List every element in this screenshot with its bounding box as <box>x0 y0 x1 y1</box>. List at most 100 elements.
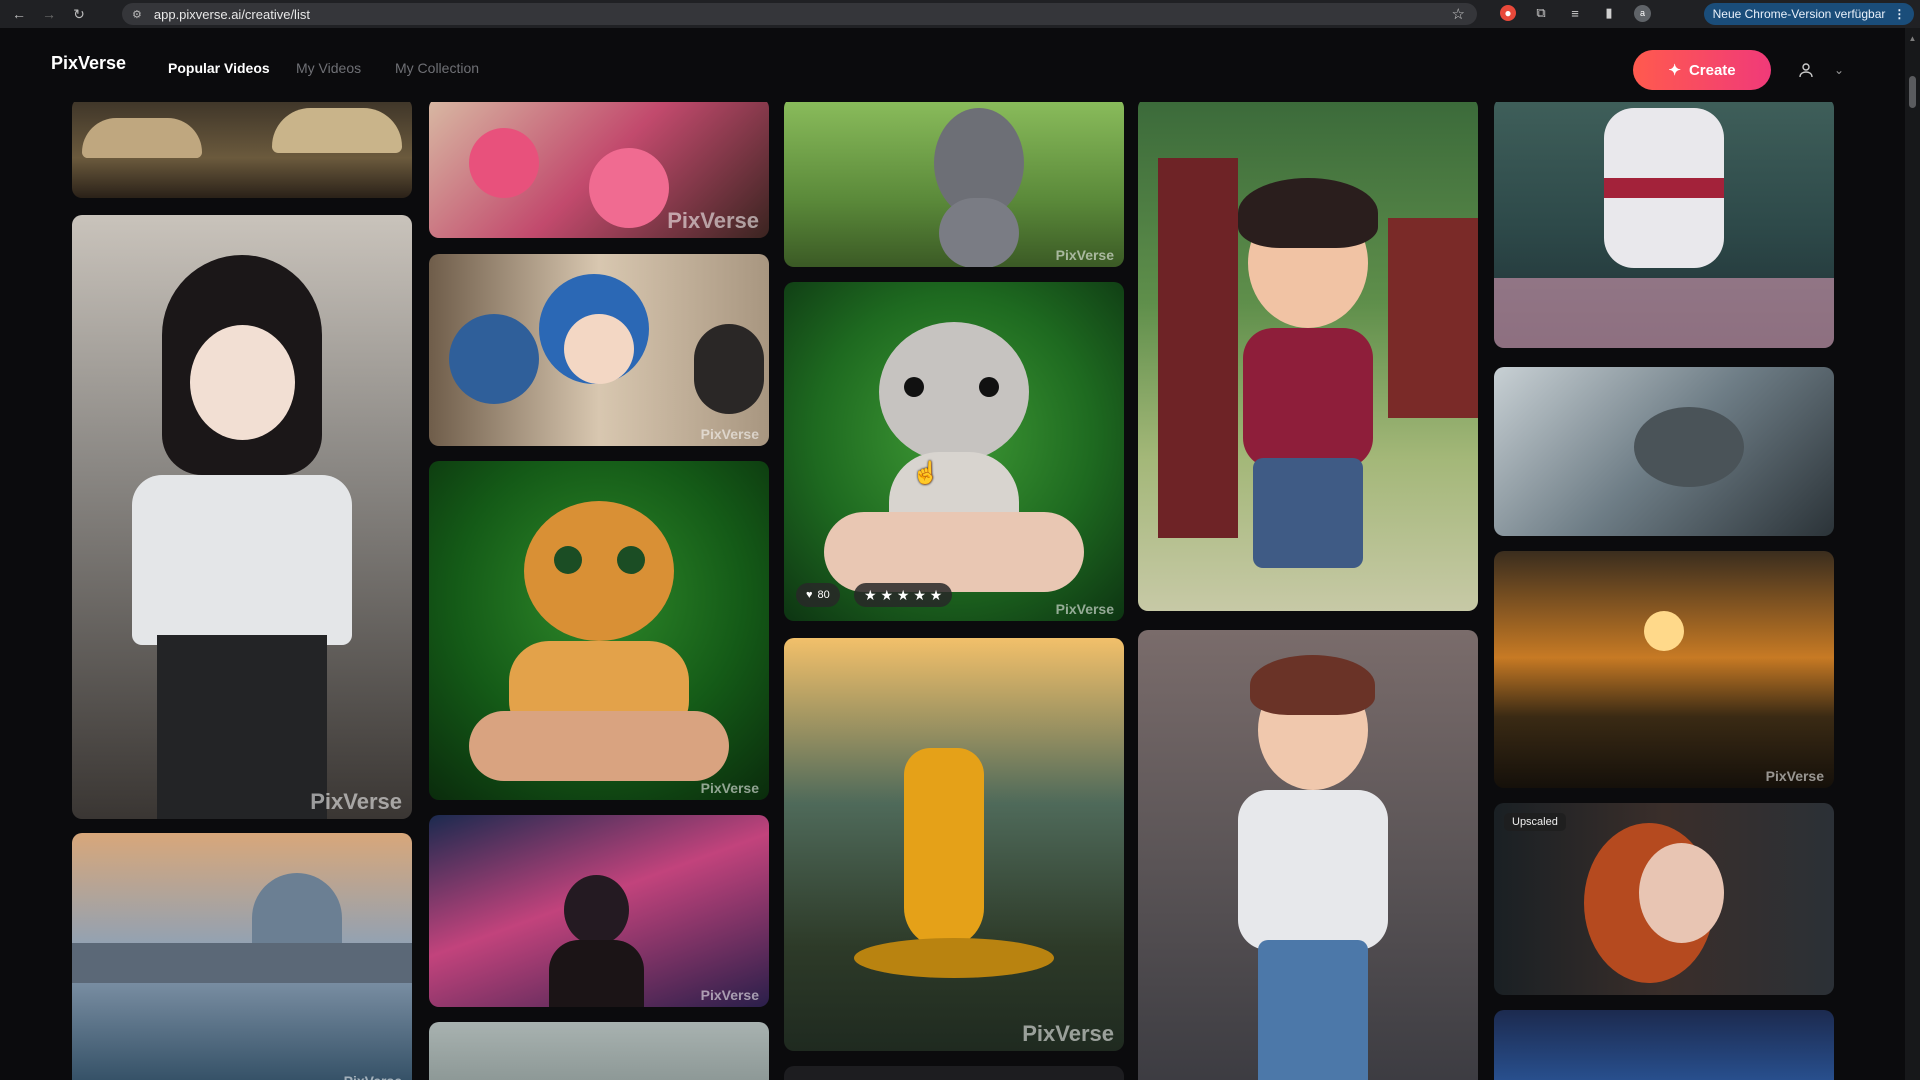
watermark: PixVerse <box>700 780 759 796</box>
video-card-dragon[interactable] <box>1494 367 1834 536</box>
watermark: PixVerse <box>310 789 402 814</box>
hand-thumb <box>824 512 1084 592</box>
puzzle-extensions-icon[interactable]: ⧉ <box>1532 4 1550 22</box>
video-card-honey[interactable]: PixVerse <box>784 638 1124 1051</box>
site-settings-icon[interactable]: ⚙ <box>132 8 142 21</box>
hair-thumb <box>1238 178 1378 248</box>
forward-icon[interactable]: → <box>38 3 60 25</box>
watermark: PixVerse <box>1055 601 1114 617</box>
house-thumb <box>1158 158 1238 538</box>
honey-pool-thumb <box>854 938 1054 978</box>
bookmark-star-icon[interactable]: ☆ <box>1452 5 1465 23</box>
star-rating-icons: ★ ★ ★ ★ ★ <box>864 586 943 603</box>
like-count: 80 <box>817 589 830 601</box>
video-card-anime-kids[interactable]: PixVerse <box>429 254 769 446</box>
house-thumb <box>1388 218 1478 418</box>
video-card-bunny[interactable]: PixVerse <box>784 102 1124 267</box>
child-thumb <box>449 314 539 404</box>
shirt-thumb <box>1243 328 1373 468</box>
video-card-blue-creature[interactable] <box>1494 1010 1834 1080</box>
sidepanel-icon[interactable]: ▮ <box>1600 4 1618 22</box>
chevron-down-icon[interactable]: ⌄ <box>1828 58 1850 82</box>
pixverse-logo[interactable]: PixVerse <box>51 53 126 74</box>
video-card-cherry-blossom[interactable]: PixVerse <box>429 102 769 238</box>
belt-thumb <box>1604 178 1724 198</box>
watermark: PixVerse <box>1765 768 1824 784</box>
video-card-puppy[interactable]: ♥ 80 ★ ★ ★ ★ ★ PixVerse <box>784 282 1124 621</box>
rating-stars[interactable]: ★ ★ ★ ★ ★ <box>854 583 953 607</box>
back-icon[interactable]: ← <box>8 3 30 25</box>
update-label: Neue Chrome-Version verfügbar <box>1712 7 1886 21</box>
hand-cursor-icon: ☝ <box>912 460 940 485</box>
jeans-thumb <box>1258 940 1368 1080</box>
video-card-redhead[interactable]: Upscaled <box>1494 803 1834 995</box>
create-label: Create <box>1688 61 1736 79</box>
face-thumb <box>1639 843 1724 943</box>
child-thumb <box>694 324 764 414</box>
eye-thumb <box>617 546 645 574</box>
video-card-mushrooms[interactable] <box>72 102 412 198</box>
sparkle-icon: ✦ <box>1668 62 1681 79</box>
video-card-sunset-lake[interactable]: PixVerse <box>1494 551 1834 788</box>
face-thumb <box>190 325 295 440</box>
video-grid: PixVerse PixVerse PixVerse PixVerse PixV… <box>0 102 1905 1080</box>
profile-avatar-icon[interactable]: a <box>1634 4 1651 22</box>
media-queue-icon[interactable]: ≡ <box>1566 4 1584 22</box>
honey-drip-thumb <box>904 748 984 948</box>
video-card-cartoon-boy-red[interactable] <box>1138 102 1478 611</box>
jacket-thumb <box>1238 790 1388 950</box>
create-button[interactable]: ✦ Create <box>1633 50 1771 90</box>
eye-thumb <box>979 377 999 397</box>
mushroom-cap-thumb <box>272 108 402 153</box>
chrome-update-button[interactable]: Neue Chrome-Version verfügbar ⋮ <box>1704 3 1914 25</box>
tab-my-videos[interactable]: My Videos <box>296 60 361 76</box>
scrollbar-thumb[interactable] <box>1909 76 1916 108</box>
like-button[interactable]: ♥ 80 <box>796 583 840 607</box>
watermark: PixVerse <box>344 1073 402 1080</box>
extensions-area: ● ⧉ ≡ ▮ a <box>1500 4 1651 22</box>
upscaled-badge: Upscaled <box>1504 813 1566 831</box>
watermark: PixVerse <box>1055 247 1114 263</box>
video-card-venice[interactable]: PixVerse <box>72 833 412 1080</box>
kebab-menu-icon[interactable]: ⋮ <box>1893 7 1905 21</box>
scroll-up-icon[interactable]: ▲ <box>1905 34 1920 43</box>
browser-toolbar: ← → ↻ ⚙ app.pixverse.ai/creative/list ☆ … <box>0 0 1920 28</box>
blossom-thumb <box>589 148 669 228</box>
body-thumb <box>549 940 644 1007</box>
video-card-space-girl[interactable]: PixVerse <box>429 815 769 1007</box>
reload-icon[interactable]: ↻ <box>68 3 90 25</box>
tab-my-collection[interactable]: My Collection <box>395 60 479 76</box>
face-thumb <box>564 314 634 384</box>
video-card-kimono-girl[interactable] <box>1494 102 1834 348</box>
video-card-foggy[interactable] <box>429 1022 769 1080</box>
sun-thumb <box>1644 611 1684 651</box>
extension-red-icon[interactable]: ● <box>1500 5 1516 21</box>
watermark: PixVerse <box>700 987 759 1003</box>
jeans-thumb <box>1253 458 1363 568</box>
hair-thumb <box>1250 655 1375 715</box>
address-bar[interactable]: ⚙ app.pixverse.ai/creative/list ☆ <box>122 3 1477 25</box>
petals-thumb <box>1494 278 1834 348</box>
mushroom-cap-thumb <box>82 118 202 158</box>
eye-thumb <box>904 377 924 397</box>
video-card-tiger-cub[interactable]: PixVerse <box>429 461 769 800</box>
url-text: app.pixverse.ai/creative/list <box>153 6 310 22</box>
watermark: PixVerse <box>1022 1021 1114 1046</box>
watermark: PixVerse <box>667 208 759 233</box>
buildings-thumb <box>72 943 412 983</box>
skirt-thumb <box>157 635 327 819</box>
blossom-thumb <box>469 128 539 198</box>
video-card-cartoon-boy-white[interactable] <box>1138 630 1478 1080</box>
hand-thumb <box>469 711 729 781</box>
tiger-head-thumb <box>524 501 674 641</box>
watermark: PixVerse <box>700 426 759 442</box>
video-card-anime-girl[interactable]: PixVerse <box>72 215 412 819</box>
dome-thumb <box>252 873 342 943</box>
tab-popular-videos[interactable]: Popular Videos <box>168 60 270 76</box>
shirt-thumb <box>132 475 352 645</box>
user-icon[interactable] <box>1794 58 1818 82</box>
puppy-head-thumb <box>879 322 1029 462</box>
video-card-next[interactable] <box>784 1066 1124 1080</box>
page-scrollbar[interactable]: ▲ <box>1905 28 1920 1080</box>
eye-thumb <box>554 546 582 574</box>
